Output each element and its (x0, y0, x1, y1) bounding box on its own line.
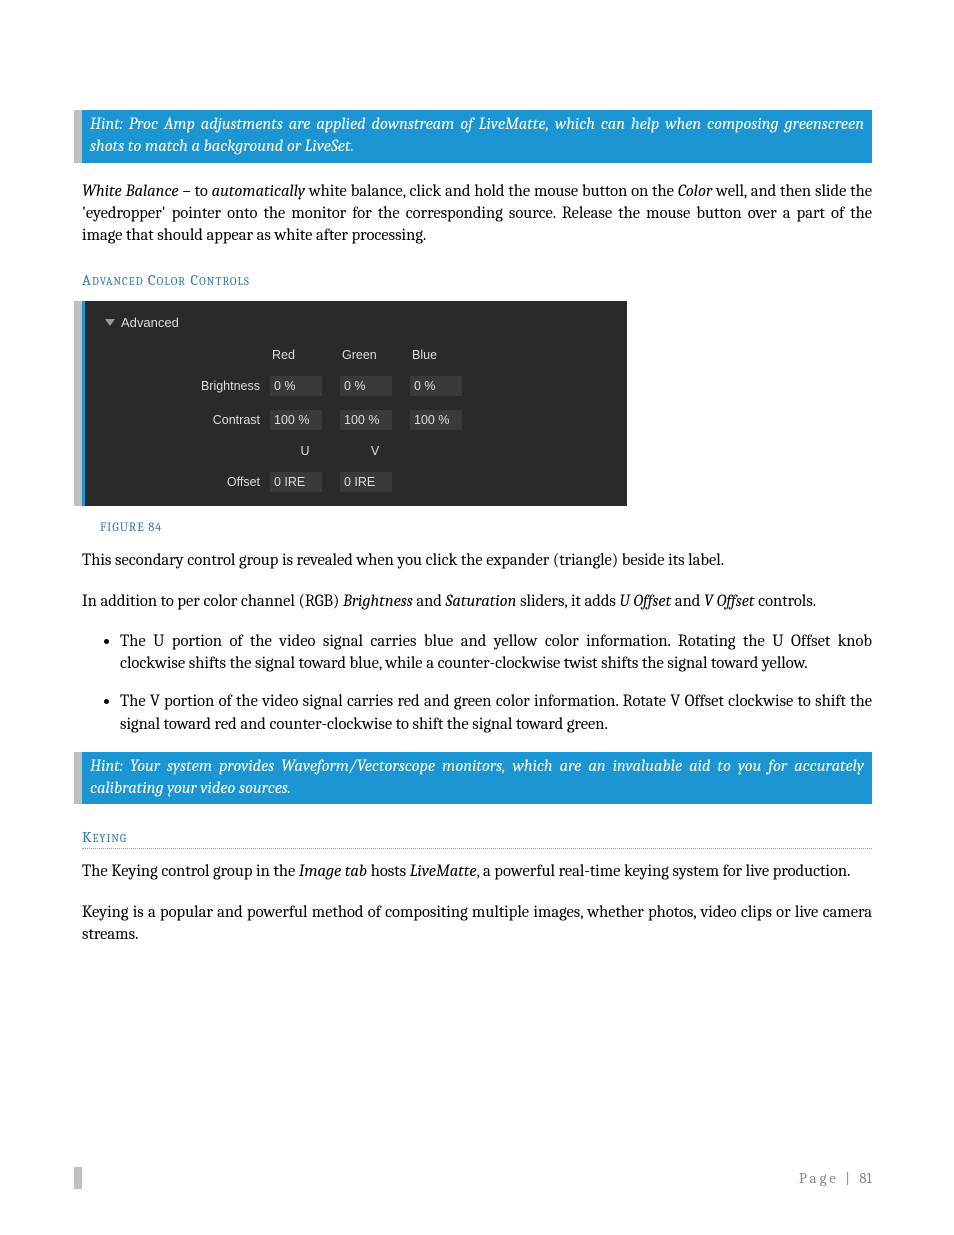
col-v: V (340, 444, 410, 458)
uv-bullet-list: The U portion of the video signal carrie… (82, 631, 872, 736)
col-red: Red (270, 348, 340, 362)
wb-lead: White Balance (82, 182, 179, 201)
in-addition-paragraph: In addition to per color channel (RGB) B… (82, 591, 872, 613)
row-brightness-label: Brightness (95, 379, 270, 393)
keying-paragraph-1: The Keying control group in the Image ta… (82, 861, 872, 883)
chevron-down-icon (105, 315, 115, 330)
figure-caption: FIGURE 84 (100, 520, 872, 534)
hint-waveform: Hint: Your system provides Waveform/Vect… (74, 752, 872, 805)
bullet-u: The U portion of the video signal carrie… (120, 631, 872, 676)
col-green: Green (340, 348, 410, 362)
advanced-label: Advanced (121, 315, 179, 330)
section-keying: Keying (82, 828, 872, 849)
row-offset-label: Offset (95, 475, 270, 489)
brightness-green: 0 % (340, 376, 392, 396)
page-footer: Page | 81 (74, 1167, 872, 1189)
contrast-red: 100 % (270, 410, 322, 430)
white-balance-paragraph: White Balance – to automatically white b… (82, 181, 872, 248)
hint-proc-amp: Hint: Proc Amp adjustments are applied d… (74, 110, 872, 163)
rgb-grid: Red Green Blue Brightness 0 % 0 % 0 % Co… (95, 348, 617, 492)
brightness-blue: 0 % (410, 376, 462, 396)
advanced-panel-screenshot: Advanced Red Green Blue Brightness 0 % 0… (82, 301, 627, 506)
advanced-expander-row: Advanced (95, 315, 617, 330)
bullet-v: The V portion of the video signal carrie… (120, 691, 872, 736)
figure-84: Advanced Red Green Blue Brightness 0 % 0… (74, 301, 872, 506)
col-blue: Blue (410, 348, 480, 362)
keying-paragraph-2: Keying is a popular and powerful method … (82, 902, 872, 947)
page-number: 81 (859, 1169, 872, 1187)
footer-page-label: Page (799, 1169, 839, 1187)
contrast-green: 100 % (340, 410, 392, 430)
section-advanced-color-controls: Advanced Color Controls (82, 271, 872, 289)
contrast-blue: 100 % (410, 410, 462, 430)
row-contrast-label: Contrast (95, 413, 270, 427)
offset-u: 0 IRE (270, 472, 322, 492)
col-u: U (270, 444, 340, 458)
offset-v: 0 IRE (340, 472, 392, 492)
brightness-red: 0 % (270, 376, 322, 396)
page: Hint: Proc Amp adjustments are applied d… (0, 0, 954, 1235)
secondary-group-paragraph: This secondary control group is revealed… (82, 550, 872, 572)
